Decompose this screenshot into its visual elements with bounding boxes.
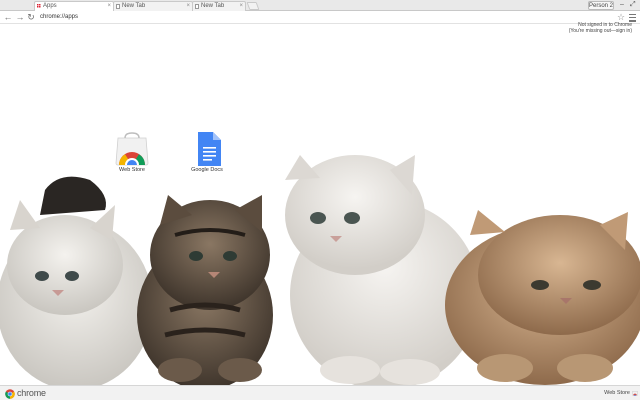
tab-title: Apps [43,3,57,9]
forward-arrow-icon[interactable]: → [15,12,25,22]
reload-icon[interactable]: ↻ [26,12,36,22]
web-store-icon [115,132,149,166]
tab-strip: Apps × New Tab × New Tab × Person 2 – ⤢ [0,0,640,11]
tab-new-tab-1[interactable]: New Tab × [113,1,193,11]
app-label: Web Store [119,167,145,173]
apps-grid-icon [37,4,42,9]
toolbar: ← → ↻ chrome://apps ☆ [0,11,640,24]
chrome-wordmark: chrome [17,388,46,398]
page-icon [116,4,120,9]
signin-link[interactable]: (You're missing out—sign in) [569,28,632,34]
close-icon[interactable]: × [107,2,111,11]
close-icon[interactable]: × [186,2,190,11]
app-google-docs[interactable]: Google Docs [177,130,237,180]
signin-notice[interactable]: Not signed in to Chrome (You're missing … [569,22,632,34]
page-icon [195,4,199,9]
app-web-store[interactable]: Web Store [102,130,162,180]
chrome-logo-icon [5,389,15,399]
app-label: Google Docs [191,167,223,173]
tab-new-tab-2[interactable]: New Tab × [192,1,246,11]
google-docs-icon [198,132,221,166]
tab-title: New Tab [122,3,146,9]
restore-icon[interactable]: ⤢ [630,0,636,10]
menu-icon[interactable] [629,12,637,22]
person-button[interactable]: Person 2 [588,1,614,10]
address-bar[interactable]: chrome://apps [38,13,598,22]
back-arrow-icon[interactable]: ← [3,12,13,22]
minimize-icon[interactable]: – [620,0,624,10]
tab-title: New Tab [201,3,225,9]
bookmark-star-icon[interactable]: ☆ [617,12,625,22]
bottom-bar: chrome Web Store [0,385,640,400]
kittens-image [0,155,640,385]
web-store-small-icon[interactable] [632,390,638,396]
background-photo [0,140,640,385]
web-store-link[interactable]: Web Store [604,390,630,397]
tab-apps[interactable]: Apps × [34,1,114,11]
close-icon[interactable]: × [239,2,243,11]
new-tab-button[interactable] [246,2,260,10]
